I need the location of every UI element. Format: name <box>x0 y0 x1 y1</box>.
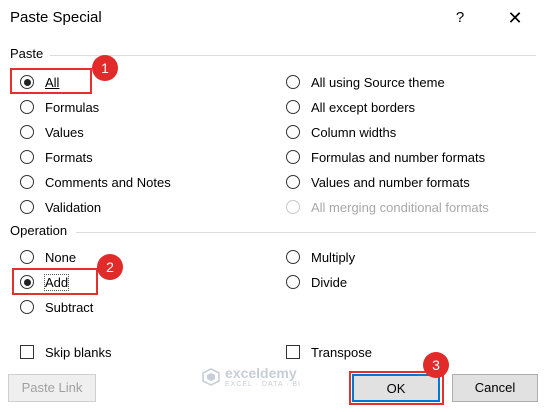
radio-label: Divide <box>311 274 348 290</box>
radio-label: Formats <box>45 149 93 165</box>
radio-button[interactable] <box>20 200 34 214</box>
watermark-name: exceldemy <box>225 365 297 381</box>
operation-group-divider <box>76 232 536 233</box>
radio-paste-column-widths[interactable]: Column widths <box>286 122 396 142</box>
radio-label: All merging conditional formats <box>311 199 489 215</box>
skip-blanks-checkbox[interactable] <box>20 345 34 359</box>
radio-operation-none[interactable]: None <box>20 247 76 267</box>
annotation-highlight-add <box>12 268 98 295</box>
checkbox-label: Transpose <box>311 344 372 360</box>
radio-paste-merging-conditional: All merging conditional formats <box>286 197 489 217</box>
radio-button[interactable] <box>20 150 34 164</box>
transpose-option[interactable]: Transpose <box>286 342 372 362</box>
radio-label: None <box>45 249 77 265</box>
annotation-badge-3: 3 <box>423 352 449 378</box>
radio-paste-formats[interactable]: Formats <box>20 147 93 167</box>
radio-operation-divide[interactable]: Divide <box>286 272 347 292</box>
radio-button[interactable] <box>286 100 300 114</box>
radio-label: Multiply <box>311 249 356 265</box>
radio-button[interactable] <box>286 75 300 89</box>
radio-button[interactable] <box>20 300 34 314</box>
radio-paste-validation[interactable]: Validation <box>20 197 101 217</box>
annotation-badge-2: 2 <box>97 254 123 280</box>
title-bar: Paste Special ? ✕ <box>0 0 546 36</box>
radio-button[interactable] <box>20 175 34 189</box>
radio-operation-multiply[interactable]: Multiply <box>286 247 355 267</box>
exceldemy-logo-icon <box>202 368 220 386</box>
checkbox-label: Skip blanks <box>45 344 112 360</box>
dialog-title: Paste Special <box>10 9 102 26</box>
radio-button[interactable] <box>20 100 34 114</box>
radio-button[interactable] <box>20 250 34 264</box>
help-button[interactable]: ? <box>448 6 472 30</box>
radio-label: All except borders <box>311 99 416 115</box>
radio-paste-comments[interactable]: Comments and Notes <box>20 172 171 192</box>
radio-button[interactable] <box>286 250 300 264</box>
radio-paste-except-borders[interactable]: All except borders <box>286 97 415 117</box>
skip-blanks-option[interactable]: Skip blanks <box>20 342 111 362</box>
radio-label: Validation <box>45 199 102 215</box>
watermark-tagline: EXCEL · DATA · BI <box>225 381 301 388</box>
radio-button[interactable] <box>286 175 300 189</box>
paste-group-divider <box>50 55 536 56</box>
cancel-button[interactable]: Cancel <box>452 374 538 402</box>
annotation-badge-1: 1 <box>92 55 118 81</box>
operation-group-label: Operation <box>10 223 68 238</box>
close-button[interactable]: ✕ <box>503 6 527 30</box>
radio-button[interactable] <box>20 125 34 139</box>
exceldemy-watermark: exceldemy EXCEL · DATA · BI <box>202 366 301 388</box>
radio-label: Subtract <box>45 299 94 315</box>
radio-label: Column widths <box>311 124 397 140</box>
radio-label: Formulas <box>45 99 100 115</box>
radio-paste-formulas-number-formats[interactable]: Formulas and number formats <box>286 147 485 167</box>
radio-label: Formulas and number formats <box>311 149 486 165</box>
radio-paste-values-number-formats[interactable]: Values and number formats <box>286 172 470 192</box>
radio-operation-subtract[interactable]: Subtract <box>20 297 93 317</box>
radio-label: Comments and Notes <box>45 174 171 190</box>
paste-link-button: Paste Link <box>8 374 96 402</box>
annotation-highlight-all <box>10 68 92 94</box>
radio-label: Values <box>45 124 84 140</box>
radio-button[interactable] <box>286 275 300 289</box>
radio-paste-source-theme[interactable]: All using Source theme <box>286 72 445 92</box>
paste-group-label: Paste <box>10 46 44 61</box>
radio-label: Values and number formats <box>311 174 470 190</box>
radio-paste-values[interactable]: Values <box>20 122 84 142</box>
transpose-checkbox[interactable] <box>286 345 300 359</box>
radio-button[interactable] <box>286 150 300 164</box>
radio-button <box>286 200 300 214</box>
radio-label: All using Source theme <box>311 74 445 90</box>
radio-button[interactable] <box>286 125 300 139</box>
radio-paste-formulas[interactable]: Formulas <box>20 97 99 117</box>
